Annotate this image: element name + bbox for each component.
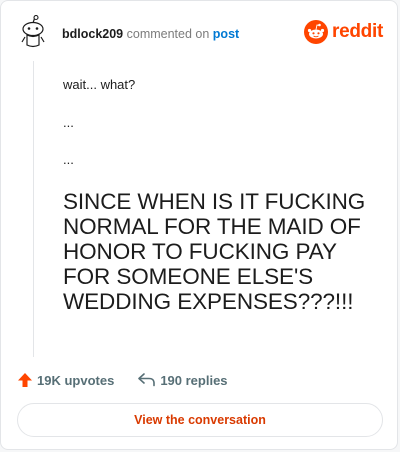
comment-line: wait... what? xyxy=(63,77,136,92)
comment-body: wait... what? ... ... SINCE WHEN IS IT F… xyxy=(63,77,383,314)
heading-line: WEDDING EXPENSES???!!! xyxy=(63,289,354,314)
heading-line: FOR SOMEONE ELSE'S xyxy=(63,264,314,289)
upvote-stat[interactable]: 19K upvotes xyxy=(17,372,114,388)
snoo-avatar-icon[interactable] xyxy=(19,15,47,49)
upvote-count: 19K upvotes xyxy=(37,372,115,388)
thread-line xyxy=(33,61,34,357)
comment-line: ... xyxy=(63,152,74,167)
heading-line: SINCE WHEN IS IT FUCKING xyxy=(63,189,366,214)
reddit-alien-icon xyxy=(304,20,329,44)
reply-stat[interactable]: 190 replies xyxy=(138,372,228,388)
reply-arrow-icon xyxy=(138,373,156,387)
username-link[interactable]: bdlock209 xyxy=(62,27,123,41)
heading-line: HONOR TO FUCKING PAY xyxy=(63,239,337,264)
comment-card: bdlock209 commented on post reddit wait.… xyxy=(0,0,398,450)
heading-line: NORMAL FOR THE MAID OF xyxy=(63,214,361,239)
reddit-wordmark: reddit xyxy=(332,21,383,42)
reply-count: 190 replies xyxy=(160,372,228,388)
comment-header: bdlock209 commented on post reddit xyxy=(1,1,397,57)
comment-meta: bdlock209 commented on post xyxy=(62,26,239,42)
action-text: commented on xyxy=(126,27,210,41)
comment-stats: 19K upvotes 190 replies xyxy=(17,371,252,389)
view-conversation-button[interactable]: View the conversation xyxy=(17,403,383,437)
reddit-logo[interactable]: reddit xyxy=(304,19,383,45)
post-link[interactable]: post xyxy=(213,27,239,41)
comment-line: ... xyxy=(63,115,74,130)
comment-heading: SINCE WHEN IS IT FUCKING NORMAL FOR THE … xyxy=(63,189,383,314)
upvote-arrow-icon xyxy=(18,373,32,387)
